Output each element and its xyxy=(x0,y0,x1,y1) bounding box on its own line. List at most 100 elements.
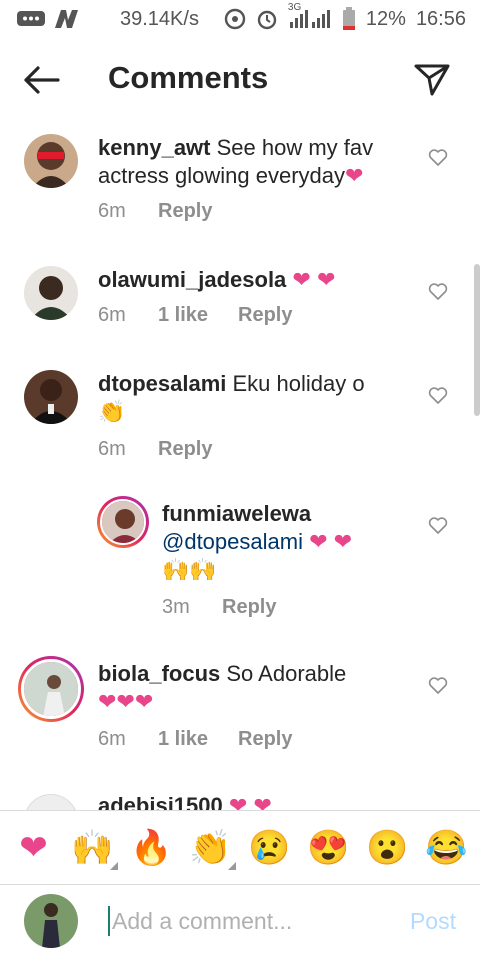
skin-tone-indicator xyxy=(227,862,236,870)
emoji-crying-button[interactable]: 😢 xyxy=(245,828,295,868)
clock: 16:56 xyxy=(415,7,466,30)
comment-meta: 6m 1 like Reply xyxy=(98,728,292,751)
comment-username[interactable]: adebisi1500 xyxy=(98,793,223,810)
like-button[interactable] xyxy=(428,386,448,406)
scrollbar[interactable] xyxy=(474,264,480,416)
heart-emoji: ❤ ❤ xyxy=(292,267,336,292)
back-arrow-icon xyxy=(24,66,60,94)
status-bar: 39.14K/s 3G 12% 16:56 xyxy=(0,0,480,38)
heart-emoji: ❤ ❤ xyxy=(228,793,272,810)
comment-composer: Add a comment... Post xyxy=(0,886,480,960)
reply-button[interactable]: Reply xyxy=(222,596,276,619)
battery-icon xyxy=(342,7,356,31)
comment-text: biola_focus So Adorable ❤❤❤ xyxy=(98,660,428,716)
comment-item: olawumi_jadesola ❤ ❤ 6m 1 like Reply xyxy=(0,254,480,344)
like-button[interactable] xyxy=(428,148,448,168)
crying-face-icon: 😢 xyxy=(248,829,291,867)
emoji-raising-hands-button[interactable]: 🙌 xyxy=(68,828,118,870)
like-button[interactable] xyxy=(428,282,448,302)
divider xyxy=(0,884,480,885)
comment-meta: 6m Reply xyxy=(98,438,212,461)
comment-input[interactable]: Add a comment... xyxy=(108,906,292,936)
heart-outline-icon xyxy=(428,517,448,534)
heart-icon: ❤ xyxy=(19,829,48,867)
reply-button[interactable]: Reply xyxy=(238,728,292,751)
comment-username[interactable]: kenny_awt xyxy=(98,135,211,160)
comment-body: Eku holiday o xyxy=(226,371,365,396)
network-speed: 39.14K/s xyxy=(120,7,199,30)
emoji-clap-button[interactable]: 👏 xyxy=(186,828,236,870)
raising-hands-icon: 🙌 xyxy=(71,829,114,867)
back-button[interactable] xyxy=(22,60,62,100)
heart-emoji: ❤ xyxy=(345,163,364,188)
avatar[interactable] xyxy=(24,794,78,810)
comment-time: 6m xyxy=(98,728,126,750)
reply-button[interactable]: Reply xyxy=(158,200,212,223)
avatar[interactable] xyxy=(24,266,78,320)
comment-username[interactable]: dtopesalami xyxy=(98,371,226,396)
app-n-icon xyxy=(52,8,80,30)
comment-text: kenny_awt See how my fav actress glowing… xyxy=(98,134,428,190)
comment-body: So Adorable xyxy=(220,661,347,686)
comment-time: 6m xyxy=(98,200,126,222)
mention-link[interactable]: @dtopesalami xyxy=(162,529,303,554)
heart-eyes-icon: 😍 xyxy=(307,829,350,867)
comment-meta: 6m 1 like Reply xyxy=(98,304,292,327)
comment-text: adebisi1500 ❤ ❤ xyxy=(98,792,428,810)
like-count[interactable]: 1 like xyxy=(158,728,238,751)
like-button[interactable] xyxy=(428,676,448,696)
comment-text: funmiawelewa @dtopesalami ❤ ❤ 🙌🙌 xyxy=(162,500,422,584)
like-count[interactable]: 1 like xyxy=(158,304,238,327)
like-button[interactable] xyxy=(428,516,448,536)
fire-icon: 🔥 xyxy=(130,829,173,867)
heart-outline-icon xyxy=(428,387,448,404)
comment-username[interactable]: biola_focus xyxy=(98,661,220,686)
comment-username[interactable]: funmiawelewa xyxy=(162,501,311,526)
battery-level: 12% xyxy=(365,7,406,30)
reply-button[interactable]: Reply xyxy=(238,304,292,327)
heart-outline-icon xyxy=(428,149,448,166)
page-title: Comments xyxy=(108,60,269,95)
heart-emoji: ❤❤❤ xyxy=(98,689,154,714)
emoji-heart-eyes-button[interactable]: 😍 xyxy=(304,828,354,868)
clap-emoji: 👏 xyxy=(98,399,126,424)
emoji-laughing-button[interactable]: 😂 xyxy=(422,828,472,868)
paper-plane-icon xyxy=(414,64,450,96)
avatar[interactable] xyxy=(21,659,81,719)
heart-outline-icon xyxy=(428,677,448,694)
messages-icon xyxy=(16,9,46,29)
avatar[interactable] xyxy=(24,134,78,188)
comment-item: biola_focus So Adorable ❤❤❤ 6m 1 like Rep… xyxy=(0,654,480,764)
emoji-fire-button[interactable]: 🔥 xyxy=(127,828,177,868)
comment-time: 3m xyxy=(162,596,190,618)
my-avatar xyxy=(24,894,78,948)
network-type: 3G xyxy=(287,2,302,13)
divider xyxy=(0,810,480,811)
hotspot-icon xyxy=(224,8,246,30)
comment-text: olawumi_jadesola ❤ ❤ xyxy=(98,266,428,294)
clapping-hands-icon: 👏 xyxy=(189,829,232,867)
comment-username[interactable]: olawumi_jadesola xyxy=(98,267,286,292)
comment-meta: 3m Reply xyxy=(162,596,276,619)
avatar[interactable] xyxy=(100,499,146,545)
comment-time: 6m xyxy=(98,438,126,460)
reply-button[interactable]: Reply xyxy=(158,438,212,461)
comment-time: 6m xyxy=(98,304,126,326)
share-button[interactable] xyxy=(412,60,452,100)
comment-item: adebisi1500 ❤ ❤ xyxy=(0,790,480,810)
avatar[interactable] xyxy=(24,370,78,424)
post-button[interactable]: Post xyxy=(410,906,456,936)
signal-icon: 3G xyxy=(288,2,332,30)
heart-emoji: ❤ ❤ xyxy=(309,529,353,554)
heart-outline-icon xyxy=(428,283,448,300)
header: Comments xyxy=(0,46,480,112)
laughing-face-icon: 😂 xyxy=(425,829,468,867)
comment-text: dtopesalami Eku holiday o 👏 xyxy=(98,370,428,426)
comments-list[interactable]: kenny_awt See how my fav actress glowing… xyxy=(0,124,480,810)
surprised-face-icon: 😮 xyxy=(366,829,409,867)
comment-item: dtopesalami Eku holiday o 👏 6m Reply xyxy=(0,358,480,468)
emoji-surprised-button[interactable]: 😮 xyxy=(363,828,413,868)
emoji-heart-button[interactable]: ❤ xyxy=(9,828,59,868)
raising-hands-emoji: 🙌🙌 xyxy=(162,557,217,582)
reply-item: funmiawelewa @dtopesalami ❤ ❤ 🙌🙌 3m Reply xyxy=(0,490,480,620)
